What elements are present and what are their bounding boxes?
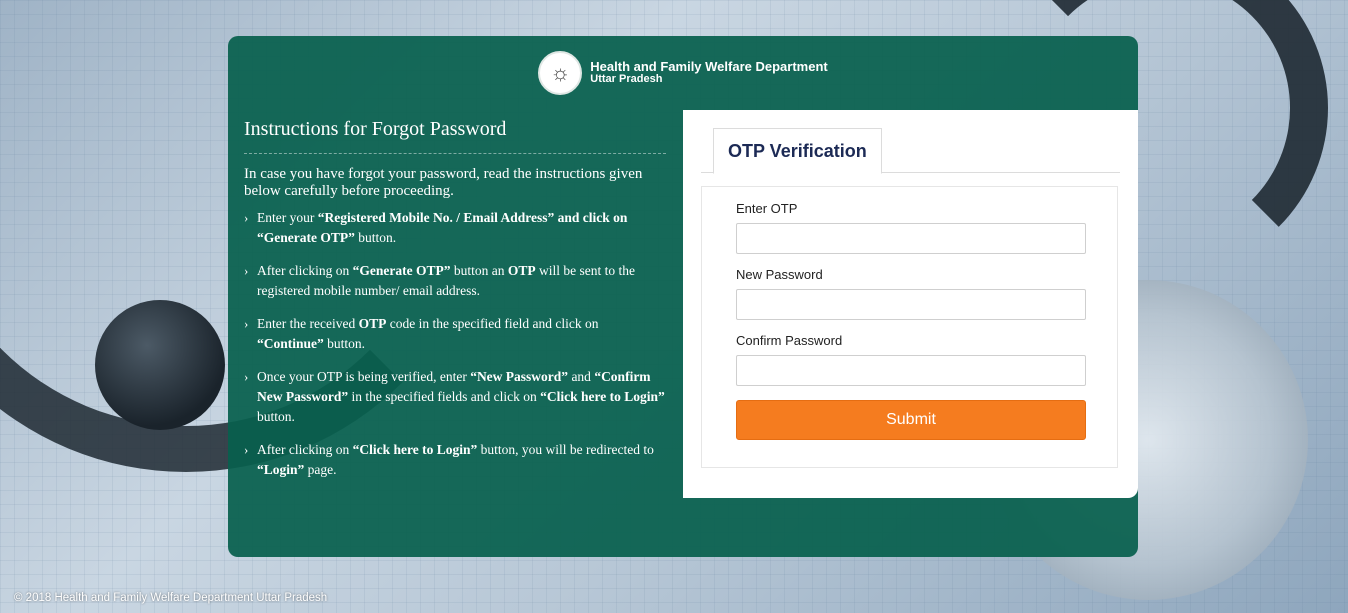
up-state-emblem-icon: ☼ (538, 51, 583, 95)
submit-button[interactable]: Submit (736, 400, 1086, 440)
chevron-right-icon: › (244, 316, 249, 331)
footer-copyright: © 2018 Health and Family Welfare Departm… (14, 592, 328, 604)
instruction-step: › After clicking on “Click here to Login”… (244, 442, 654, 477)
otp-form: Enter OTP New Password Confirm Password … (701, 186, 1118, 468)
chevron-right-icon: › (244, 369, 249, 384)
tab-otp-verification[interactable]: OTP Verification (713, 128, 882, 174)
instructions-intro: In case you have forgot your password, r… (244, 166, 643, 199)
chevron-right-icon: › (244, 210, 249, 225)
otp-field-group: Enter OTP (736, 201, 1086, 254)
otp-input[interactable] (736, 223, 1086, 254)
instruction-step: › After clicking on “Generate OTP” button… (244, 263, 635, 298)
instruction-step: › Enter your “Registered Mobile No. / Ema… (244, 210, 628, 245)
new-password-input[interactable] (736, 289, 1086, 320)
confirm-password-label: Confirm Password (736, 333, 843, 348)
stethoscope-earpiece (95, 300, 225, 430)
tab-bar: OTP Verification (701, 128, 1120, 174)
new-password-field-group: New Password (736, 267, 1086, 320)
instructions-heading: Instructions for Forgot Password (244, 118, 666, 154)
login-card: ☼ Health and Family Welfare Department U… (228, 36, 1138, 557)
confirm-password-input[interactable] (736, 355, 1086, 386)
brand-title: Health and Family Welfare Department (590, 59, 828, 74)
confirm-password-field-group: Confirm Password (736, 333, 1086, 386)
instructions-steps: › Enter your “Registered Mobile No. / Ema… (244, 208, 666, 480)
otp-panel: OTP Verification Enter OTP New Password … (683, 110, 1138, 498)
instruction-step: › Once your OTP is being verified, enter … (244, 369, 665, 424)
chevron-right-icon: › (244, 442, 249, 457)
brand-subtitle: Uttar Pradesh (590, 73, 663, 85)
instructions-panel: Instructions for Forgot Password In case… (244, 118, 666, 493)
new-password-label: New Password (736, 267, 823, 282)
otp-label: Enter OTP (736, 201, 798, 216)
instruction-step: › Enter the received OTP code in the spec… (244, 316, 599, 351)
brand-text: Health and Family Welfare Department Utt… (590, 60, 827, 86)
chevron-right-icon: › (244, 263, 249, 278)
brand-header: ☼ Health and Family Welfare Department U… (228, 36, 1138, 110)
